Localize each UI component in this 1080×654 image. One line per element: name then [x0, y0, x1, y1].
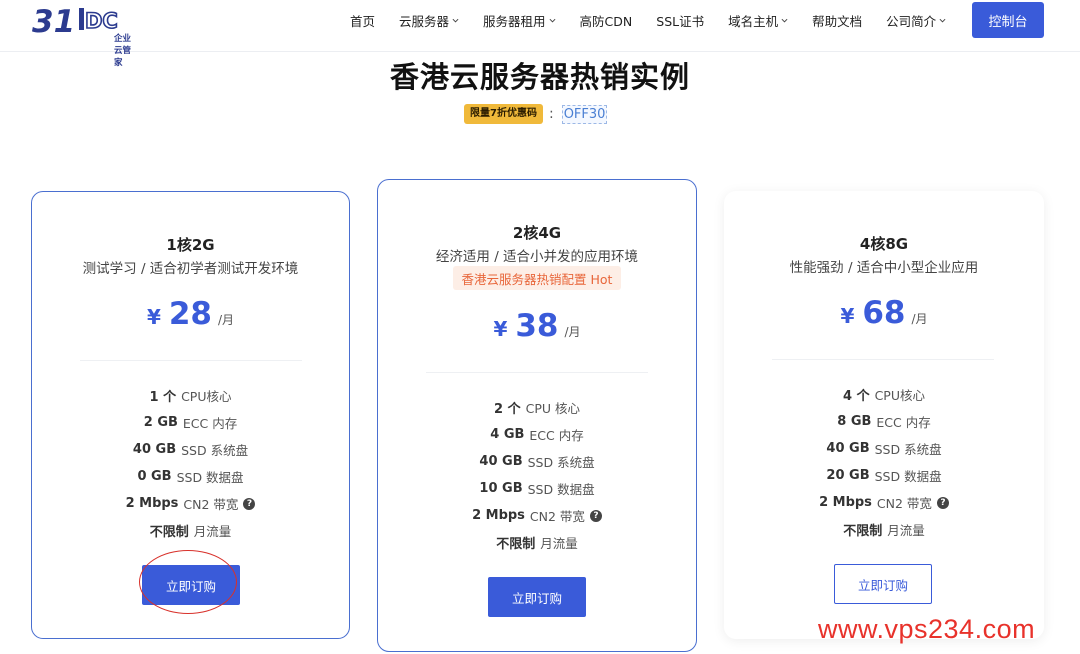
- plan-specs: 2 个 CPU 核心 4 GB ECC 内存 40 GB SSD 系统盘 10 GB S…: [378, 394, 696, 556]
- spec-system-disk: 40 GB SSD 系统盘: [479, 454, 595, 470]
- help-icon[interactable]: ?: [243, 497, 256, 510]
- help-icon[interactable]: ?: [936, 496, 949, 509]
- chevron-down-icon: [939, 18, 946, 22]
- page-title: 香港云服务器热销实例: [389, 60, 690, 94]
- price-unit: /月: [911, 312, 928, 326]
- spec-bandwidth: 2 Mbps CN2 带宽?: [724, 489, 1044, 516]
- spec-traffic: 不限制 月流量: [496, 536, 578, 552]
- price-unit: /月: [218, 313, 235, 327]
- spec-memory: 4 GB ECC 内存: [490, 427, 584, 443]
- svg-text:31: 31: [32, 5, 75, 39]
- nav-item-about[interactable]: 公司简介: [886, 11, 946, 30]
- nav-item-ssl[interactable]: SSL证书: [656, 11, 704, 30]
- svg-text:DC: DC: [85, 9, 118, 33]
- plan-card-2c4g: 2核4G 经济适用 / 适合小并发的应用环境 香港云服务器热销配置 Hot ¥ …: [377, 179, 697, 652]
- spec-traffic: 不限制 月流量: [149, 524, 232, 540]
- site-header: 31 DC 企业云管家 首页 云服务器 服务器租用 高防CDN SSL证书 域名…: [0, 0, 1080, 68]
- spec-system-disk: 40 GB SSD 系统盘: [826, 441, 942, 457]
- spec-bandwidth: 2 Mbps CN2 带宽?: [32, 490, 349, 517]
- nav-item-help-docs[interactable]: 帮助文档: [812, 11, 862, 30]
- plan-price: ¥ 68 /月: [724, 295, 1044, 331]
- divider: [426, 372, 648, 373]
- order-button[interactable]: 立即订购: [488, 577, 586, 617]
- chevron-down-icon: [452, 18, 459, 22]
- plan-specs: 4 个 CPU核心 8 GB ECC 内存 40 GB SSD 系统盘 20 GB SS…: [724, 381, 1044, 543]
- spec-memory: 8 GB ECC 内存: [837, 414, 931, 430]
- spec-data-disk: 20 GB SSD 数据盘: [826, 468, 942, 484]
- price-unit: /月: [564, 325, 581, 339]
- plan-desc: 经济适用 / 适合小并发的应用环境: [435, 249, 639, 265]
- plan-desc: 测试学习 / 适合初学者测试开发环境: [82, 261, 299, 277]
- promo-badge: 限量7折优惠码: [464, 104, 543, 124]
- help-icon[interactable]: ?: [589, 509, 602, 522]
- divider: [80, 360, 302, 361]
- spec-cpu: 4 个 CPU核心: [843, 388, 925, 404]
- site-logo[interactable]: 31 DC 企业云管家: [32, 4, 134, 68]
- price-currency: ¥: [146, 305, 161, 329]
- plan-title: 2核4G: [512, 224, 562, 242]
- spec-memory: 2 GB ECC 内存: [143, 415, 238, 431]
- promo-row: 限量7折优惠码 : OFF30: [464, 104, 608, 124]
- spec-system-disk: 40 GB SSD 系统盘: [132, 442, 249, 458]
- annotation-circle: [139, 550, 237, 614]
- price-value: 68: [862, 295, 906, 331]
- spec-cpu: 2 个 CPU 核心: [494, 401, 580, 417]
- price-value: 28: [168, 296, 212, 332]
- console-button[interactable]: 控制台: [972, 2, 1044, 38]
- hot-badge: 香港云服务器热销配置 Hot: [453, 266, 621, 290]
- nav-item-home[interactable]: 首页: [350, 11, 375, 30]
- nav-item-cloud-server[interactable]: 云服务器: [399, 11, 459, 30]
- spec-data-disk: 0 GB SSD 数据盘: [137, 469, 244, 485]
- price-currency: ¥: [493, 317, 508, 341]
- nav-item-domain-hosting[interactable]: 域名主机: [728, 11, 788, 30]
- spec-cpu: 1 个 CPU核心: [149, 389, 232, 405]
- watermark: www.vps234.com: [818, 614, 1036, 644]
- plan-specs: 1 个 CPU核心 2 GB ECC 内存 40 GB SSD 系统盘 0 GB SSD…: [32, 382, 349, 544]
- nav-item-cdn[interactable]: 高防CDN: [580, 11, 633, 30]
- spec-traffic: 不限制 月流量: [843, 523, 925, 539]
- plan-price: ¥ 28 /月: [32, 296, 349, 332]
- spec-data-disk: 10 GB SSD 数据盘: [479, 481, 595, 497]
- spec-bandwidth: 2 Mbps CN2 带宽?: [378, 502, 696, 529]
- plan-desc: 性能强劲 / 适合中小型企业应用: [789, 260, 979, 276]
- price-value: 38: [515, 308, 559, 344]
- main-nav: 首页 云服务器 服务器租用 高防CDN SSL证书 域名主机 帮助文档 公司简介: [350, 0, 970, 40]
- promo-colon: :: [548, 106, 554, 122]
- plan-price: ¥ 38 /月: [378, 308, 696, 344]
- chevron-down-icon: [549, 18, 556, 22]
- price-currency: ¥: [840, 304, 855, 328]
- chevron-down-icon: [781, 18, 788, 22]
- plan-title: 1核2G: [166, 236, 215, 254]
- promo-code[interactable]: OFF30: [561, 104, 608, 124]
- divider: [772, 359, 994, 360]
- order-button[interactable]: 立即订购: [834, 564, 932, 604]
- plan-card-4c8g: 4核8G 性能强劲 / 适合中小型企业应用 ¥ 68 /月 4 个 CPU核心 8…: [724, 191, 1044, 639]
- nav-item-server-rental[interactable]: 服务器租用: [483, 11, 556, 30]
- plan-title: 4核8G: [859, 235, 909, 253]
